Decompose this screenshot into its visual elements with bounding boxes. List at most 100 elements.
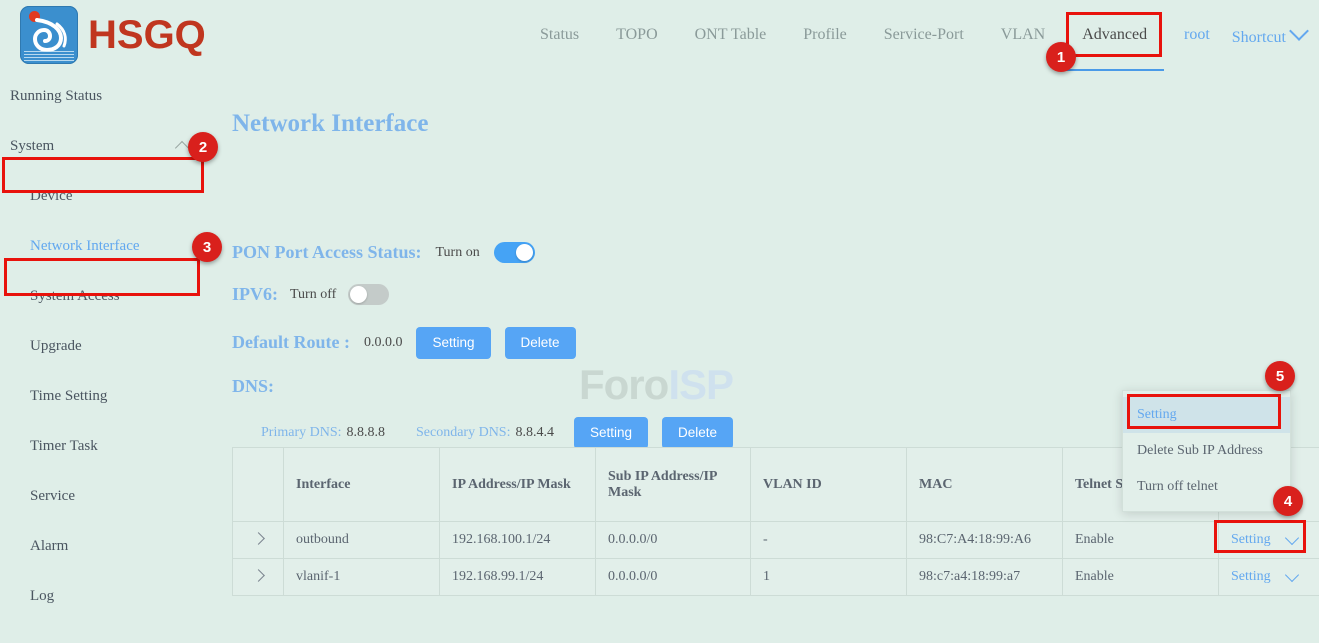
default-route-value: 0.0.0.0 (364, 335, 403, 351)
dropdown-item-delete-sub-ip-address[interactable]: Delete Sub IP Address (1123, 433, 1290, 469)
sidebar-item-upgrade[interactable]: Upgrade (0, 321, 209, 371)
row-setting-label: Setting (1231, 569, 1271, 585)
watermark-part2: ISP (668, 361, 733, 408)
col-interface: Interface (284, 448, 440, 522)
secondary-dns-value: 8.8.4.4 (516, 425, 555, 441)
dropdown-item-turn-off-telnet[interactable]: Turn off telnet (1123, 469, 1290, 505)
sidebar: Running Status System Device Network Int… (0, 71, 210, 643)
table-row: vlanif-1 192.168.99.1/24 0.0.0.0/0 1 98:… (233, 559, 1319, 596)
pon-state-text: Turn on (435, 245, 479, 261)
secondary-dns-label: Secondary DNS: (416, 425, 511, 441)
row-setting-label: Setting (1231, 532, 1271, 548)
sidebar-item-label: System Access (30, 288, 120, 305)
col-expand (233, 448, 284, 522)
sidebar-item-system[interactable]: System (0, 121, 209, 171)
sidebar-item-label: Network Interface (30, 238, 140, 255)
col-vlan-id: VLAN ID (751, 448, 907, 522)
dns-label: DNS: (232, 376, 274, 397)
main-content: ForoISP Network Interface PON Port Acces… (209, 71, 1319, 643)
cell-mac: 98:c7:a4:18:99:a7 (907, 559, 1063, 596)
sidebar-item-label: Upgrade (30, 338, 82, 355)
row-expand-cell[interactable] (233, 522, 284, 559)
sidebar-item-network-interface[interactable]: Network Interface (0, 221, 209, 271)
logo-waterlines (24, 51, 74, 61)
nav-item-profile[interactable]: Profile (803, 26, 847, 44)
primary-dns-value: 8.8.8.8 (347, 425, 386, 441)
cell-action[interactable]: Setting (1219, 522, 1319, 559)
default-route-row: Default Route : 0.0.0.0 Setting Delete (232, 327, 576, 359)
sidebar-item-device[interactable]: Device (0, 171, 209, 221)
sidebar-item-system-access[interactable]: System Access (0, 271, 209, 321)
cell-ip-mask: 192.168.100.1/24 (440, 522, 596, 559)
sidebar-item-time-setting[interactable]: Time Setting (0, 371, 209, 421)
sidebar-item-alarm[interactable]: Alarm (0, 521, 209, 571)
chevron-right-icon[interactable] (252, 569, 265, 582)
cell-action[interactable]: Setting (1219, 559, 1319, 596)
sidebar-item-label: Timer Task (30, 438, 98, 455)
cell-vlan-id: 1 (751, 559, 907, 596)
chevron-down-icon (1289, 21, 1309, 41)
ipv6-label: IPV6: (232, 284, 278, 305)
sidebar-item-label: Alarm (30, 538, 68, 555)
pon-port-access-row: PON Port Access Status: Turn on (232, 242, 535, 263)
default-route-label: Default Route : (232, 332, 350, 353)
sidebar-item-label: Service (30, 488, 75, 505)
dns-setting-button[interactable]: Setting (574, 417, 648, 449)
row-expand-cell[interactable] (233, 559, 284, 596)
dns-row: Primary DNS: 8.8.8.8 Secondary DNS: 8.8.… (261, 417, 733, 449)
cell-mac: 98:C7:A4:18:99:A6 (907, 522, 1063, 559)
nav-item-topo[interactable]: TOPO (616, 26, 658, 44)
toggle-knob (516, 244, 533, 261)
sidebar-item-log[interactable]: Log (0, 571, 209, 621)
col-mac: MAC (907, 448, 1063, 522)
pon-toggle[interactable] (494, 242, 535, 263)
nav-item-advanced[interactable]: Advanced (1082, 26, 1147, 44)
ipv6-state-text: Turn off (290, 287, 336, 303)
cell-telnet-status: Enable (1063, 522, 1219, 559)
dns-delete-button[interactable]: Delete (662, 417, 733, 449)
chevron-down-icon (1285, 531, 1299, 545)
logo-swoosh-icon (31, 16, 69, 52)
nav-item-status[interactable]: Status (540, 26, 579, 44)
shortcut-label: Shortcut (1232, 29, 1286, 46)
col-ip-address-mask: IP Address/IP Mask (440, 448, 596, 522)
sidebar-item-label: Device (30, 188, 72, 205)
brand-logo[interactable]: HSGQ (20, 6, 206, 64)
nav-item-ont-table[interactable]: ONT Table (695, 26, 767, 44)
sidebar-item-label: Time Setting (30, 388, 107, 405)
sidebar-item-timer-task[interactable]: Timer Task (0, 421, 209, 471)
cell-interface: vlanif-1 (284, 559, 440, 596)
nav-item-service-port[interactable]: Service-Port (884, 26, 964, 44)
sidebar-item-label: System (10, 138, 54, 155)
shortcut-menu[interactable]: Shortcut (1232, 24, 1306, 47)
main-nav: Status TOPO ONT Table Profile Service-Po… (540, 0, 1184, 70)
sidebar-item-service[interactable]: Service (0, 471, 209, 521)
row-setting-dropdown-trigger[interactable]: Setting (1231, 532, 1297, 548)
row-action-dropdown-menu: Setting Delete Sub IP Address Turn off t… (1122, 390, 1291, 512)
cell-ip-mask: 192.168.99.1/24 (440, 559, 596, 596)
sidebar-item-label: Log (30, 588, 54, 605)
brand-name: HSGQ (88, 15, 206, 55)
ipv6-toggle[interactable] (348, 284, 389, 305)
top-header: HSGQ Status TOPO ONT Table Profile Servi… (0, 0, 1319, 72)
dropdown-item-setting[interactable]: Setting (1123, 397, 1290, 433)
col-sub-ip-address-mask: Sub IP Address/IP Mask (596, 448, 751, 522)
default-route-setting-button[interactable]: Setting (416, 327, 490, 359)
pon-label: PON Port Access Status: (232, 242, 421, 263)
nav-item-vlan[interactable]: VLAN (1001, 26, 1045, 44)
table-row: outbound 192.168.100.1/24 0.0.0.0/0 - 98… (233, 522, 1319, 559)
chevron-right-icon[interactable] (252, 532, 265, 545)
dropdown-arrow-tail (1196, 501, 1214, 510)
user-area: root Shortcut (1184, 0, 1306, 70)
user-name-link[interactable]: root (1184, 26, 1210, 44)
hsgq-droplet-logo-icon (20, 6, 78, 64)
toggle-knob (350, 286, 367, 303)
sidebar-item-label: Running Status (10, 88, 102, 105)
watermark-part1: Foro (579, 361, 668, 408)
cell-vlan-id: - (751, 522, 907, 559)
default-route-delete-button[interactable]: Delete (505, 327, 576, 359)
sidebar-item-running-status[interactable]: Running Status (0, 71, 209, 121)
cell-interface: outbound (284, 522, 440, 559)
cell-telnet-status: Enable (1063, 559, 1219, 596)
row-setting-dropdown-trigger[interactable]: Setting (1231, 569, 1297, 585)
